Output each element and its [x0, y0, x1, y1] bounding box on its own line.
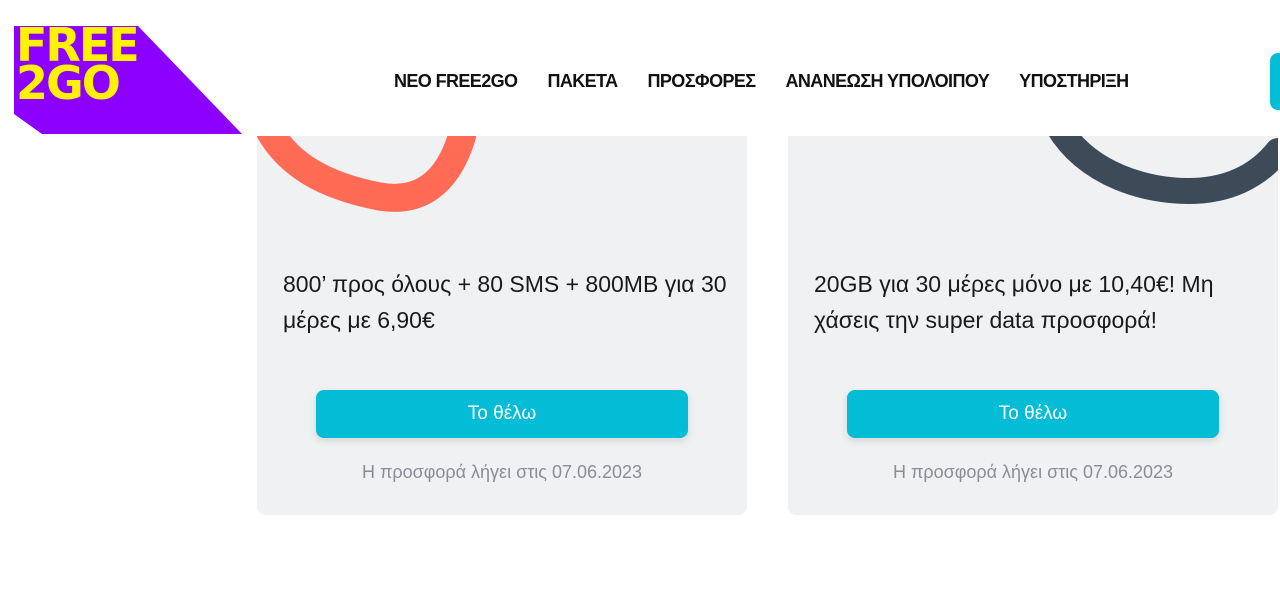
- nav-item-offers[interactable]: ΠΡΟΣΦΟΡΕΣ: [648, 68, 757, 94]
- offer-expiry-text: Η προσφορά λήγει στις 07.06.2023: [892, 462, 1174, 482]
- offer-description: 800’ προς όλους + 80 SMS + 800MB για 30 …: [283, 271, 727, 333]
- want-it-button[interactable]: Το θέλω: [316, 390, 688, 438]
- want-it-button[interactable]: Το θέλω: [847, 390, 1219, 438]
- offer-card-2: 20GB για 30 μέρες μόνο με 10,40€! Μη χάσ…: [788, 96, 1278, 515]
- main-navigation: ΝΕΟ FREE2GO ΠΑΚΕΤΑ ΠΡΟΣΦΟΡΕΣ ΑΝΑΝΕΩΣΗ ΥΠ…: [394, 68, 1129, 94]
- site-header: FREE 2GO ΝΕΟ FREE2GO ΠΑΚΕΤΑ ΠΡΟΣΦΟΡΕΣ ΑΝ…: [0, 0, 1280, 136]
- nav-item-new-free2go[interactable]: ΝΕΟ FREE2GO: [394, 68, 518, 94]
- logo-wordmark: FREE 2GO: [16, 22, 140, 106]
- nav-item-packages[interactable]: ΠΑΚΕΤΑ: [547, 68, 618, 94]
- nav-item-support[interactable]: ΥΠΟΣΤΗΡΙΞΗ: [1019, 68, 1129, 94]
- free2go-logo[interactable]: FREE 2GO: [14, 22, 244, 136]
- offer-expiry-text: Η προσφορά λήγει στις 07.06.2023: [361, 462, 643, 482]
- offer-description: 20GB για 30 μέρες μόνο με 10,40€! Μη χάσ…: [814, 271, 1214, 333]
- side-action-tab[interactable]: [1270, 53, 1280, 110]
- nav-item-balance-renewal[interactable]: ΑΝΑΝΕΩΣΗ ΥΠΟΛΟΙΠΟΥ: [786, 68, 990, 94]
- offer-card-1: 800’ προς όλους + 80 SMS + 800MB για 30 …: [257, 96, 747, 515]
- page: 800’ προς όλους + 80 SMS + 800MB για 30 …: [0, 0, 1280, 592]
